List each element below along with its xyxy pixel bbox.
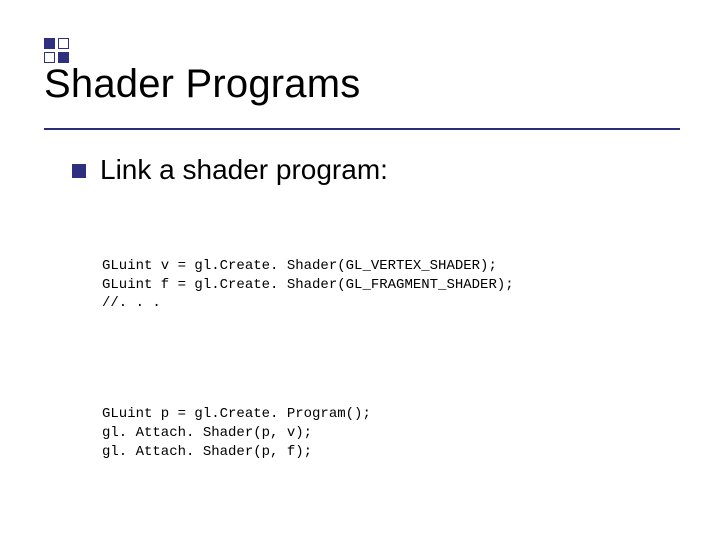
code-line: gl. Attach. Shader(p, v); <box>102 425 312 441</box>
code-group: GLuint v = gl.Create. Shader(GL_VERTEX_S… <box>102 238 680 332</box>
deco-square-icon <box>44 38 55 49</box>
code-line: //. . . <box>102 295 161 311</box>
code-group: gl. Link. Program(p); <box>102 534 680 540</box>
bullet-label: Link a shader program: <box>100 154 388 186</box>
code-line: GLuint f = gl.Create. Shader(GL_FRAGMENT… <box>102 277 514 293</box>
bullet-icon <box>72 164 86 178</box>
slide: Shader Programs Link a shader program: G… <box>0 0 720 540</box>
deco-square-icon <box>58 38 69 49</box>
code-line: GLuint v = gl.Create. Shader(GL_VERTEX_S… <box>102 258 497 274</box>
code-line: GLuint p = gl.Create. Program(); <box>102 406 371 422</box>
slide-body: Link a shader program: GLuint v = gl.Cre… <box>72 154 680 540</box>
title-divider <box>44 128 680 130</box>
code-line: gl. Attach. Shader(p, f); <box>102 444 312 460</box>
code-block: GLuint v = gl.Create. Shader(GL_VERTEX_S… <box>102 200 680 540</box>
slide-title: Shader Programs <box>44 62 360 107</box>
bullet-item: Link a shader program: <box>72 154 680 186</box>
code-group: GLuint p = gl.Create. Program(); gl. Att… <box>102 386 680 480</box>
